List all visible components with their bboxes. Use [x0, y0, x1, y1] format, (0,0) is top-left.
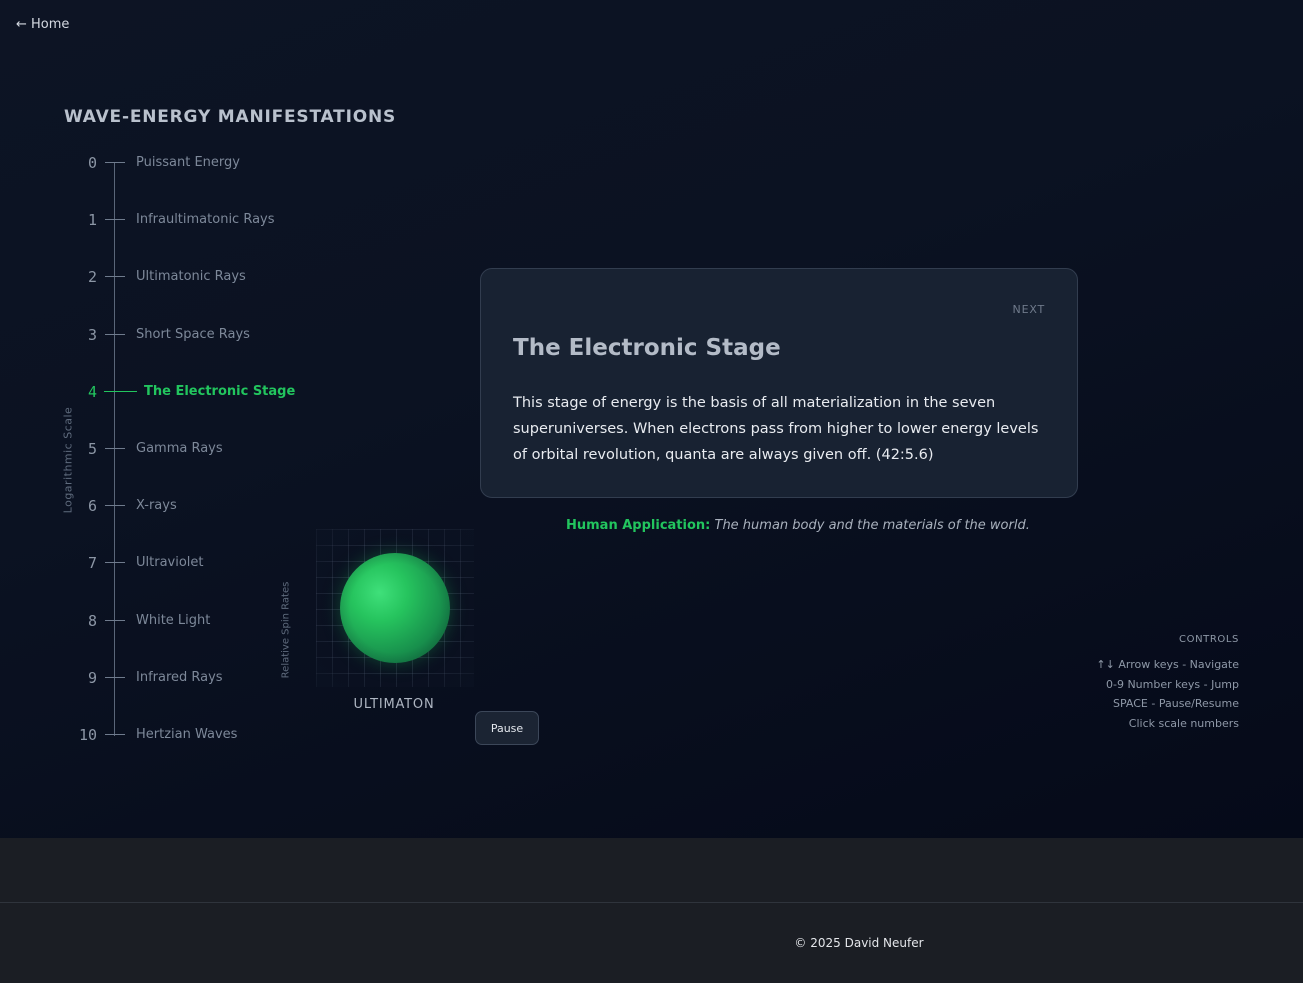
- scale-label[interactable]: Infrared Rays: [136, 668, 223, 688]
- scale-number[interactable]: 8: [88, 611, 97, 631]
- scale-item[interactable]: 4 The Electronic Stage: [0, 382, 330, 402]
- scale-tick: [105, 505, 125, 507]
- controls-item: SPACE - Pause/Resume: [1113, 697, 1239, 711]
- scale-label[interactable]: X-rays: [136, 496, 177, 516]
- scale-label[interactable]: Infraultimatonic Rays: [136, 210, 275, 230]
- viz-x-axis-label: ULTIMATON: [353, 697, 435, 712]
- scale-label[interactable]: Puissant Energy: [136, 153, 240, 173]
- scale-tick: [104, 390, 137, 392]
- controls-title: CONTROLS: [1179, 634, 1239, 645]
- viz-vignette: [316, 529, 474, 687]
- scale-label[interactable]: White Light: [136, 611, 210, 631]
- scale-label[interactable]: The Electronic Stage: [144, 382, 295, 402]
- scale-tick: [105, 162, 125, 163]
- scale-label[interactable]: Short Space Rays: [136, 325, 250, 345]
- scale-label[interactable]: Hertzian Waves: [136, 725, 237, 745]
- scale-number[interactable]: 1: [88, 210, 97, 230]
- next-button[interactable]: NEXT: [1013, 303, 1045, 316]
- pause-button[interactable]: Pause: [475, 711, 539, 745]
- home-link[interactable]: ← Home: [16, 17, 69, 32]
- scale-tick: [105, 562, 125, 564]
- scale-tick: [105, 676, 125, 678]
- scale-tick: [105, 276, 125, 278]
- viz-y-axis-label: Relative Spin Rates: [280, 581, 292, 679]
- scale-number[interactable]: 4: [88, 382, 97, 402]
- controls-item: Click scale numbers: [1128, 717, 1239, 731]
- controls-help: CONTROLS ↑↓ Arrow keys - Navigate 0-9 Nu…: [1096, 634, 1239, 734]
- scale-item[interactable]: 10 Hertzian Waves: [0, 725, 330, 745]
- page-title: WAVE-ENERGY MANIFESTATIONS: [64, 107, 397, 127]
- scale-item[interactable]: 3 Short Space Rays: [0, 325, 330, 345]
- scale-item[interactable]: 1 Infraultimatonic Rays: [0, 210, 330, 230]
- footer-divider: [0, 902, 1303, 903]
- scale-tick: [105, 333, 125, 335]
- scale-item[interactable]: 2 Ultimatonic Rays: [0, 267, 330, 287]
- human-application-label: Human Application:: [566, 518, 711, 533]
- scale-tick: [105, 448, 125, 449]
- scale-item[interactable]: 0 Puissant Energy: [0, 153, 330, 173]
- scale-tick: [105, 619, 125, 621]
- copyright: © 2025 David Neufer: [794, 936, 924, 950]
- main-stage: ← Home WAVE-ENERGY MANIFESTATIONS Logari…: [0, 0, 1303, 838]
- card-title: The Electronic Stage: [513, 335, 781, 361]
- scale-item[interactable]: 6 X-rays: [0, 496, 330, 516]
- footer-spacer: [0, 838, 1303, 902]
- scale-tick: [105, 734, 125, 735]
- scale-item[interactable]: 7 Ultraviolet: [0, 553, 330, 573]
- scale-number[interactable]: 2: [88, 267, 97, 287]
- scale-number[interactable]: 0: [88, 153, 97, 173]
- scale-label[interactable]: Ultraviolet: [136, 553, 204, 573]
- human-application: Human Application: The human body and th…: [566, 518, 1030, 533]
- human-application-text: The human body and the materials of the …: [714, 518, 1030, 533]
- info-card: NEXT The Electronic Stage This stage of …: [480, 268, 1078, 498]
- ultimaton-visualization: [316, 529, 474, 687]
- scale-tick: [105, 219, 125, 221]
- scale-number[interactable]: 7: [88, 553, 97, 573]
- scale-number[interactable]: 3: [88, 325, 97, 345]
- scale-number[interactable]: 5: [88, 439, 97, 459]
- scale-item[interactable]: 5 Gamma Rays: [0, 439, 330, 459]
- controls-item: 0-9 Number keys - Jump: [1105, 677, 1239, 691]
- scale-label[interactable]: Gamma Rays: [136, 439, 223, 459]
- scale-number[interactable]: 9: [88, 668, 97, 688]
- card-description: This stage of energy is the basis of all…: [513, 395, 1039, 463]
- scale-number[interactable]: 6: [88, 496, 97, 516]
- controls-item: ↑↓ Arrow keys - Navigate: [1096, 658, 1239, 671]
- scale-label[interactable]: Ultimatonic Rays: [136, 267, 246, 287]
- scale-number[interactable]: 10: [79, 725, 97, 745]
